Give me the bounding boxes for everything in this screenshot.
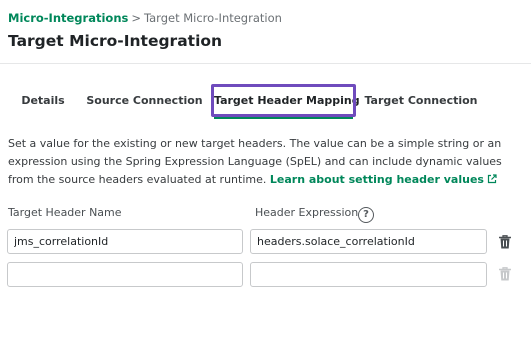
- page-title: Target Micro-Integration: [8, 32, 223, 50]
- help-circle-icon[interactable]: ?: [358, 207, 374, 223]
- target-header-name-input-1[interactable]: [7, 229, 243, 254]
- tab-target-header-mapping[interactable]: Target Header Mapping: [214, 84, 360, 117]
- header-divider: [0, 63, 531, 64]
- delete-row-2-trash-icon: [498, 266, 512, 282]
- external-link-icon: [487, 172, 497, 190]
- delete-row-1-trash-icon[interactable]: [498, 234, 512, 250]
- description-text: Set a value for the existing or new targ…: [8, 135, 518, 190]
- learn-more-link-text[interactable]: Learn about setting header values: [270, 173, 484, 186]
- target-header-name-label: Target Header Name: [8, 206, 122, 219]
- breadcrumb: Micro-Integrations > Target Micro-Integrat…: [8, 11, 282, 25]
- tab-source-connection[interactable]: Source Connection: [86, 84, 203, 117]
- tab-details[interactable]: Details: [18, 84, 68, 117]
- breadcrumb-link-micro-integrations[interactable]: Micro-Integrations: [8, 11, 128, 25]
- header-expression-label: Header Expression: [255, 206, 359, 219]
- tab-target-connection[interactable]: Target Connection: [364, 84, 478, 117]
- tab-bar: Details Source Connection Target Header …: [0, 84, 531, 120]
- header-expression-input-1[interactable]: [250, 229, 487, 254]
- breadcrumb-separator: >: [131, 11, 141, 25]
- learn-more-link[interactable]: Learn about setting header values: [270, 173, 497, 186]
- header-expression-input-2[interactable]: [250, 262, 487, 287]
- target-header-name-input-2[interactable]: [7, 262, 243, 287]
- active-tab-indicator: [214, 116, 353, 119]
- breadcrumb-current: Target Micro-Integration: [144, 11, 282, 25]
